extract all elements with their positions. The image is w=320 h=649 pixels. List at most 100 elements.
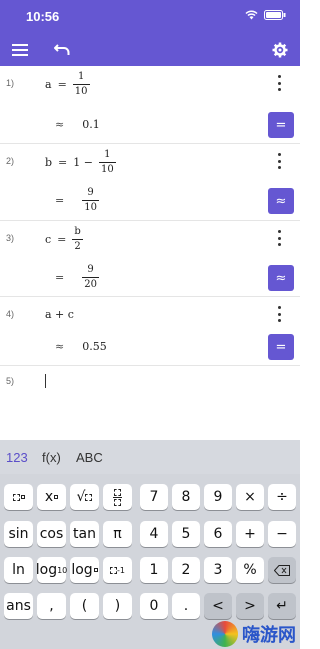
expr-fraction: 1 10 bbox=[98, 149, 116, 175]
key-8[interactable]: 8 bbox=[172, 484, 200, 510]
fraction-denominator: 10 bbox=[74, 86, 88, 97]
key-5[interactable]: 5 bbox=[172, 521, 200, 547]
math-keyboard: 123 f(x) ABC x √ 7 8 9 × ÷ sin cos tan π… bbox=[0, 440, 300, 649]
key-log-base[interactable]: log bbox=[70, 557, 99, 583]
row-more-button[interactable] bbox=[276, 230, 282, 246]
watermark-text: 嗨游网 bbox=[242, 625, 296, 646]
row-divider bbox=[0, 220, 300, 221]
menu-icon bbox=[12, 44, 28, 56]
key-plus[interactable]: + bbox=[236, 521, 264, 547]
key-percent[interactable]: % bbox=[236, 557, 264, 583]
row-divider bbox=[0, 365, 300, 366]
wifi-icon bbox=[245, 10, 258, 20]
row-input-expression[interactable]: a = 1 10 bbox=[45, 72, 90, 97]
key-9[interactable]: 9 bbox=[204, 484, 232, 510]
key-square[interactable] bbox=[4, 484, 33, 510]
row-input-expression[interactable]: c = b 2 bbox=[45, 227, 83, 252]
expr-text: a + c bbox=[45, 308, 74, 321]
row-more-button[interactable] bbox=[276, 153, 282, 169]
key-log10[interactable]: log 10 bbox=[36, 557, 68, 583]
output-symbol: ≈ bbox=[55, 118, 65, 131]
fraction-numerator: 1 bbox=[77, 71, 85, 82]
key-open-paren[interactable]: ( bbox=[70, 593, 99, 619]
row-more-button[interactable] bbox=[276, 306, 282, 322]
fraction-bar bbox=[72, 84, 90, 85]
toolbar bbox=[0, 34, 300, 66]
key-ln[interactable]: ln bbox=[4, 557, 33, 583]
battery-icon bbox=[264, 10, 286, 20]
key-fraction[interactable] bbox=[103, 484, 132, 510]
key-backspace[interactable] bbox=[268, 557, 296, 583]
row-output: = 9 20 bbox=[55, 265, 99, 290]
key-close-paren[interactable]: ) bbox=[103, 593, 132, 619]
fraction-bar bbox=[82, 200, 99, 201]
fraction-denominator: 10 bbox=[84, 202, 97, 213]
key-sin[interactable]: sin bbox=[4, 521, 33, 547]
expr-equals: = bbox=[57, 78, 67, 91]
row-divider bbox=[0, 143, 300, 144]
fraction-denominator: 20 bbox=[84, 279, 97, 290]
expr-lhs: a bbox=[45, 78, 52, 91]
settings-button[interactable] bbox=[268, 38, 292, 62]
tab-fx[interactable]: f(x) bbox=[42, 450, 61, 465]
key-divide[interactable]: ÷ bbox=[268, 484, 296, 510]
fraction-numerator: b bbox=[74, 226, 81, 237]
key-1[interactable]: 1 bbox=[140, 557, 168, 583]
key-minus[interactable]: − bbox=[268, 521, 296, 547]
expr-equals: = bbox=[57, 233, 67, 246]
output-toggle-button[interactable]: ≈ bbox=[268, 265, 294, 291]
output-symbol: = bbox=[55, 194, 65, 207]
key-3[interactable]: 3 bbox=[204, 557, 232, 583]
key-tan[interactable]: tan bbox=[70, 521, 99, 547]
key-inverse[interactable]: -1 bbox=[103, 557, 132, 583]
tab-123[interactable]: 123 bbox=[6, 450, 28, 465]
row-number: 5) bbox=[6, 376, 15, 386]
key-sqrt[interactable]: √ bbox=[70, 484, 99, 510]
undo-button[interactable] bbox=[50, 38, 74, 62]
row-number: 1) bbox=[6, 78, 15, 88]
key-pi[interactable]: π bbox=[103, 521, 132, 547]
keyboard-tabs: 123 f(x) ABC bbox=[0, 440, 300, 474]
output-toggle-button[interactable]: = bbox=[268, 334, 294, 360]
output-symbol: = bbox=[55, 271, 65, 284]
key-2[interactable]: 2 bbox=[172, 557, 200, 583]
menu-button[interactable] bbox=[8, 38, 32, 62]
row-number: 3) bbox=[6, 233, 15, 243]
row-divider bbox=[0, 296, 300, 297]
key-comma[interactable]: , bbox=[37, 593, 66, 619]
fraction-denominator: 2 bbox=[74, 241, 81, 252]
key-power[interactable]: x bbox=[37, 484, 66, 510]
fraction-numerator: 9 bbox=[87, 264, 94, 275]
algebra-view: 1) a = 1 10 ≈ 0.1 = 2) b = 1 − 1 10 = 9 … bbox=[0, 66, 300, 440]
watermark-logo bbox=[212, 621, 238, 647]
fraction-numerator: 1 bbox=[104, 149, 111, 160]
row-input-expression[interactable]: b = 1 − 1 10 bbox=[45, 150, 116, 175]
tab-abc[interactable]: ABC bbox=[76, 450, 103, 465]
output-toggle-button[interactable]: ≈ bbox=[268, 188, 294, 214]
row-more-button[interactable] bbox=[276, 75, 282, 91]
key-4[interactable]: 4 bbox=[140, 521, 168, 547]
key-multiply[interactable]: × bbox=[236, 484, 264, 510]
key-0[interactable]: 0 bbox=[140, 593, 168, 619]
row-input-expression[interactable]: a + c bbox=[45, 308, 74, 321]
output-symbol: ≈ bbox=[55, 340, 65, 353]
row-output: ≈ 0.55 bbox=[55, 340, 107, 353]
log-subscript: 10 bbox=[57, 565, 68, 575]
output-fraction: 9 10 bbox=[82, 188, 99, 213]
expr-equals: = bbox=[58, 156, 68, 169]
key-7[interactable]: 7 bbox=[140, 484, 168, 510]
key-6[interactable]: 6 bbox=[204, 521, 232, 547]
key-right-arrow[interactable]: > bbox=[236, 593, 264, 619]
row-output: ≈ 0.1 bbox=[55, 118, 100, 131]
output-value: 0.55 bbox=[82, 340, 107, 353]
output-value: 0.1 bbox=[82, 118, 100, 131]
input-cursor[interactable] bbox=[45, 374, 46, 388]
fraction-numerator: 9 bbox=[87, 187, 94, 198]
key-cos[interactable]: cos bbox=[37, 521, 66, 547]
key-enter[interactable]: ↵ bbox=[268, 593, 296, 619]
key-left-arrow[interactable]: < bbox=[204, 593, 232, 619]
key-decimal[interactable]: . bbox=[172, 593, 200, 619]
output-toggle-button[interactable]: = bbox=[268, 112, 294, 138]
key-ans[interactable]: ans bbox=[4, 593, 33, 619]
row-number: 4) bbox=[6, 309, 15, 319]
